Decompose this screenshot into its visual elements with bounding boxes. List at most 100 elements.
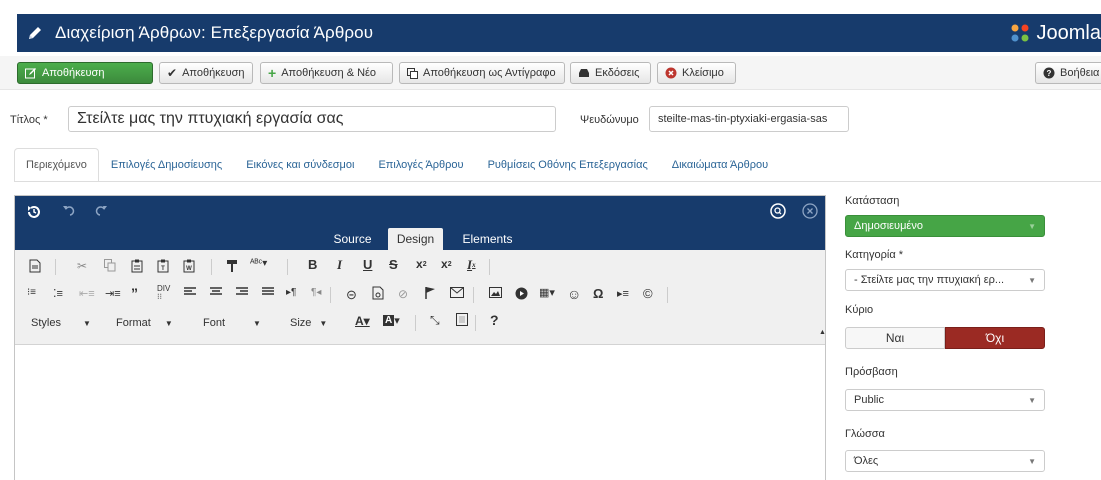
edit-icon [25,67,37,79]
image-icon[interactable] [489,287,502,298]
paste-icon[interactable] [131,259,143,273]
featured-toggle: Ναι Όχι [845,327,1045,349]
resize-caret-icon[interactable]: ▲ [819,329,826,336]
underline-icon[interactable]: U [363,257,372,272]
styles-dropdown[interactable]: Styles ▼ [31,313,103,333]
history-icon[interactable] [25,203,43,226]
email-icon[interactable] [450,287,464,298]
editor-content-area[interactable] [15,346,825,480]
strikethrough-icon[interactable]: S [389,257,398,272]
undo-icon[interactable] [61,203,77,222]
language-select[interactable]: Όλες ▼ [845,450,1045,472]
format-painter-icon[interactable] [226,259,238,273]
title-label: Τίτλος * [10,114,48,126]
separator [330,287,331,303]
category-select[interactable]: - Στείλτε μας την πτυχιακή ερ... ▼ [845,269,1045,291]
background-color-icon[interactable]: A ▾ [383,314,400,327]
outdent-icon[interactable]: ⇤≡ [79,287,95,300]
separator [667,287,668,303]
tab-design[interactable]: Design [388,228,443,250]
save-and-close-button[interactable]: ✔ Αποθήκευση [159,62,253,84]
align-justify-icon[interactable] [262,287,274,297]
help-icon[interactable]: ? [490,312,499,328]
chevron-down-icon: ▼ [1028,456,1036,466]
redo-icon[interactable] [93,203,109,222]
search-icon[interactable] [770,203,786,222]
tab-article-options[interactable]: Επιλογές Άρθρου [366,148,475,182]
anchor-flag-icon[interactable] [424,286,436,300]
page-title: Διαχείριση Άρθρων: Επεξεργασία Άρθρου [55,23,374,42]
font-dropdown[interactable]: Font ▼ [203,313,277,333]
save-and-new-button[interactable]: + Αποθήκευση & Νέο [260,62,393,84]
tab-elements[interactable]: Elements [455,228,520,250]
close-icon[interactable] [802,203,818,222]
chevron-down-icon: ▼ [1028,221,1036,231]
superscript-icon[interactable]: x2 [441,257,452,271]
new-document-icon[interactable] [29,259,41,273]
bulleted-list-icon[interactable]: ⁚≡ [53,287,63,300]
link-file-icon[interactable] [372,286,384,300]
preview-icon[interactable] [456,313,468,326]
tab-permissions[interactable]: Δικαιώματα Άρθρου [660,148,780,182]
copy-icon[interactable] [104,259,116,272]
bold-icon[interactable]: B [308,257,317,272]
alias-input[interactable]: steilte-mas-tin-ptyxiaki-ergasia-sas [649,106,849,132]
align-right-icon[interactable] [236,287,248,297]
emoticon-icon[interactable]: ☺ [567,286,581,302]
div-container-icon[interactable]: DIV ⁝⁝ [157,285,170,301]
separator [211,259,212,275]
numbered-list-icon[interactable]: ⁝≡ [27,287,36,298]
indent-icon[interactable]: ⇥≡ [105,287,121,300]
size-dropdown[interactable]: Size ▼ [290,313,342,333]
separator [475,315,476,331]
align-left-icon[interactable] [184,287,196,297]
tab-source[interactable]: Source [325,228,380,250]
chevron-down-icon: ▼ [1028,395,1036,405]
svg-text:?: ? [1047,69,1052,78]
visual-chars-icon[interactable]: © [643,286,653,301]
featured-no-button[interactable]: Όχι [945,327,1045,349]
italic-icon[interactable]: I [337,257,342,273]
media-icon[interactable] [515,287,528,300]
align-center-icon[interactable] [210,287,222,297]
tab-publishing[interactable]: Επιλογές Δημοσίευσης [99,148,234,182]
rtl-icon[interactable]: ¶◂ [311,287,321,298]
tab-editor-config[interactable]: Ρυθμίσεις Οθόνης Επεξεργασίας [476,148,660,182]
cut-icon[interactable]: ✂ [77,259,87,273]
separator [489,259,490,275]
special-characters-icon[interactable]: Ω [593,286,603,301]
table-icon[interactable]: ▦▾ [539,286,555,299]
spellcheck-icon[interactable]: ᴬᴮᶜ▾ [250,258,267,269]
content-editor: Source Design Elements ✂ T W ᴬᴮᶜ▾ B I U … [14,195,826,480]
paste-word-icon[interactable]: W [183,259,195,273]
tab-divider [14,181,1101,182]
format-dropdown[interactable]: Format ▼ [116,313,190,333]
status-select[interactable]: Δημοσιευμένο ▼ [845,215,1045,237]
edit-tabs: Περιεχόμενο Επιλογές Δημοσίευσης Εικόνες… [14,148,780,182]
ltr-icon[interactable]: ▸¶ [286,287,296,298]
title-input[interactable]: Στείλτε μας την πτυχιακή εργασία σας [68,106,556,132]
save-as-copy-button[interactable]: Αποθήκευση ως Αντίγραφο [399,62,565,84]
plus-icon: + [268,65,277,81]
link-icon[interactable]: ⊝ [346,287,357,303]
close-button[interactable]: Κλείσιμο [657,62,736,84]
subscript-icon[interactable]: x2 [416,257,427,271]
versions-button[interactable]: Εκδόσεις [570,62,651,84]
tab-images-links[interactable]: Εικόνες και σύνδεσμοι [234,148,366,182]
blockquote-icon[interactable]: ” [131,285,138,301]
svg-text:W: W [186,266,192,272]
help-button[interactable]: ? Βοήθεια [1035,62,1101,84]
horizontal-rule-icon[interactable]: ▸≡ [617,287,629,300]
featured-yes-button[interactable]: Ναι [845,327,945,349]
access-select[interactable]: Public ▼ [845,389,1045,411]
archive-icon [578,68,590,78]
fullscreen-icon[interactable]: ⤡ [430,313,440,328]
separator [287,259,288,275]
unlink-icon[interactable]: ⊘ [398,287,408,301]
separator [415,315,416,331]
paste-text-icon[interactable]: T [157,259,169,273]
save-button[interactable]: Αποθήκευση [17,62,153,84]
tab-content[interactable]: Περιεχόμενο [14,148,99,182]
text-color-icon[interactable]: A▾ [355,314,370,328]
clear-formatting-icon[interactable]: Ix [467,257,476,273]
